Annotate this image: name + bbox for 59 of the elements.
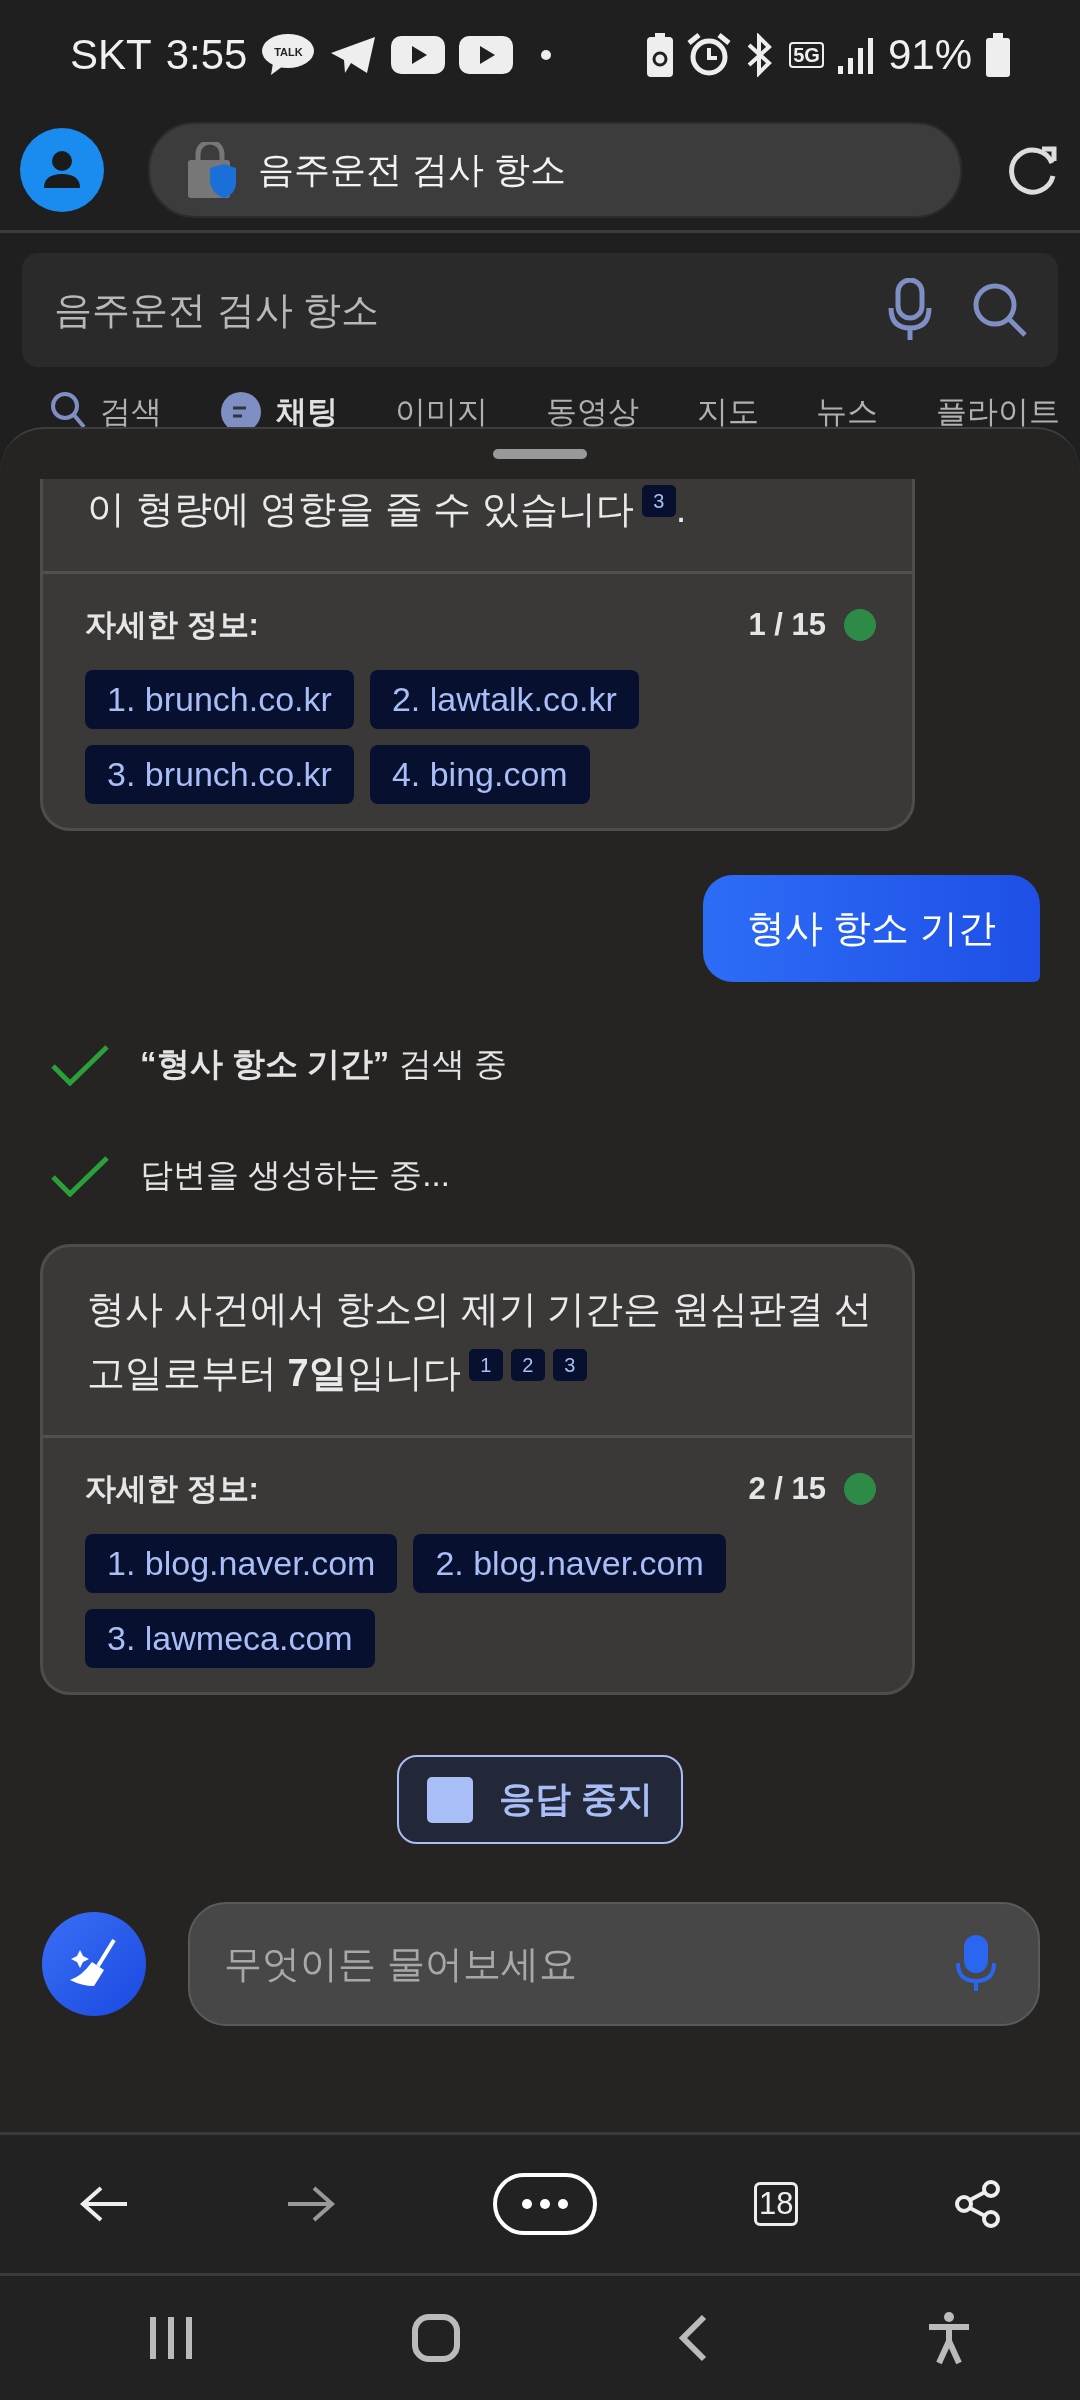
status-dot — [844, 1473, 876, 1505]
search-tab[interactable]: 플라이트 — [935, 391, 1060, 427]
source-link[interactable]: 1. blog.naver.com — [85, 1534, 398, 1593]
tabs-button[interactable]: 18 — [754, 2182, 799, 2226]
search-tab[interactable]: 검색 — [50, 391, 162, 427]
back-icon[interactable] — [678, 2314, 709, 2362]
search-tab[interactable]: 이미지 — [395, 391, 489, 427]
lock-shield-icon — [188, 142, 236, 198]
play-icon — [391, 36, 446, 74]
message-input[interactable]: 무엇이든 물어보세요 — [188, 1902, 1040, 2026]
stop-icon — [427, 1776, 473, 1823]
home-icon[interactable] — [411, 2314, 460, 2362]
signal-icon — [837, 36, 874, 74]
carrier: SKT — [70, 31, 152, 79]
citation-link[interactable]: 2 — [510, 1349, 545, 1382]
status-text: “형사 항소 기간” 검색 중 — [140, 1044, 507, 1084]
alarm-icon — [687, 33, 732, 77]
url-text: 음주운전 검사 항소 — [258, 147, 566, 192]
answer-text: . — [675, 488, 687, 530]
answer-text: 이 형량에 영향을 줄 수 있습니다 $^{3}$ . — [87, 488, 687, 530]
battery-percent: 91% — [887, 31, 972, 79]
response-counter: 2 / 15 — [748, 1471, 826, 1507]
search-tab[interactable]: 동영상 — [545, 391, 639, 427]
more-button[interactable] — [492, 2173, 597, 2235]
paper-plane-icon — [329, 35, 378, 75]
citation-link[interactable]: 3 — [641, 485, 676, 518]
recent-apps-icon[interactable] — [149, 2315, 194, 2361]
source-link[interactable]: 1. brunch.co.kr — [85, 670, 354, 729]
source-link[interactable]: 3. brunch.co.kr — [85, 745, 354, 804]
search-tab[interactable]: 뉴스 — [816, 391, 879, 427]
source-link[interactable]: 2. lawtalk.co.kr — [369, 670, 639, 729]
citation-link[interactable]: 3 — [552, 1349, 587, 1382]
share-button[interactable] — [955, 2180, 1002, 2228]
response-counter: 1 / 15 — [748, 607, 826, 643]
back-button[interactable] — [78, 2184, 129, 2224]
user-message: 형사 항소 기간 — [702, 875, 1040, 982]
battery-saver-icon — [647, 33, 674, 77]
clock: 3:55 — [165, 31, 248, 79]
battery-icon — [986, 33, 1010, 77]
play-icon — [459, 36, 514, 74]
search-tab[interactable]: 지도 — [696, 391, 759, 427]
search-field[interactable]: 음주운전 검사 항소 — [22, 253, 1058, 367]
network-label: 5G — [789, 42, 824, 68]
status-dot — [844, 609, 876, 641]
more-info-label: 자세한 정보: — [85, 606, 259, 644]
source-link[interactable]: 4. bing.com — [369, 745, 590, 804]
accessibility-icon[interactable] — [926, 2311, 971, 2365]
stop-response-button[interactable]: 응답 중지 — [397, 1755, 683, 1844]
source-link[interactable]: 3. lawmeca.com — [85, 1609, 375, 1668]
search-icon[interactable] — [972, 282, 1028, 338]
citation-link[interactable]: 1 — [468, 1349, 503, 1382]
source-link[interactable]: 2. blog.naver.com — [413, 1534, 726, 1593]
drag-handle[interactable] — [493, 449, 587, 459]
microphone-icon[interactable] — [888, 278, 932, 342]
forward-button[interactable] — [285, 2184, 336, 2224]
more-info-label: 자세한 정보: — [85, 1470, 259, 1508]
dot-icon — [541, 50, 552, 60]
status-text: 답변을 생성하는 중... — [140, 1155, 450, 1195]
address-bar[interactable]: 음주운전 검사 항소 — [148, 122, 962, 218]
